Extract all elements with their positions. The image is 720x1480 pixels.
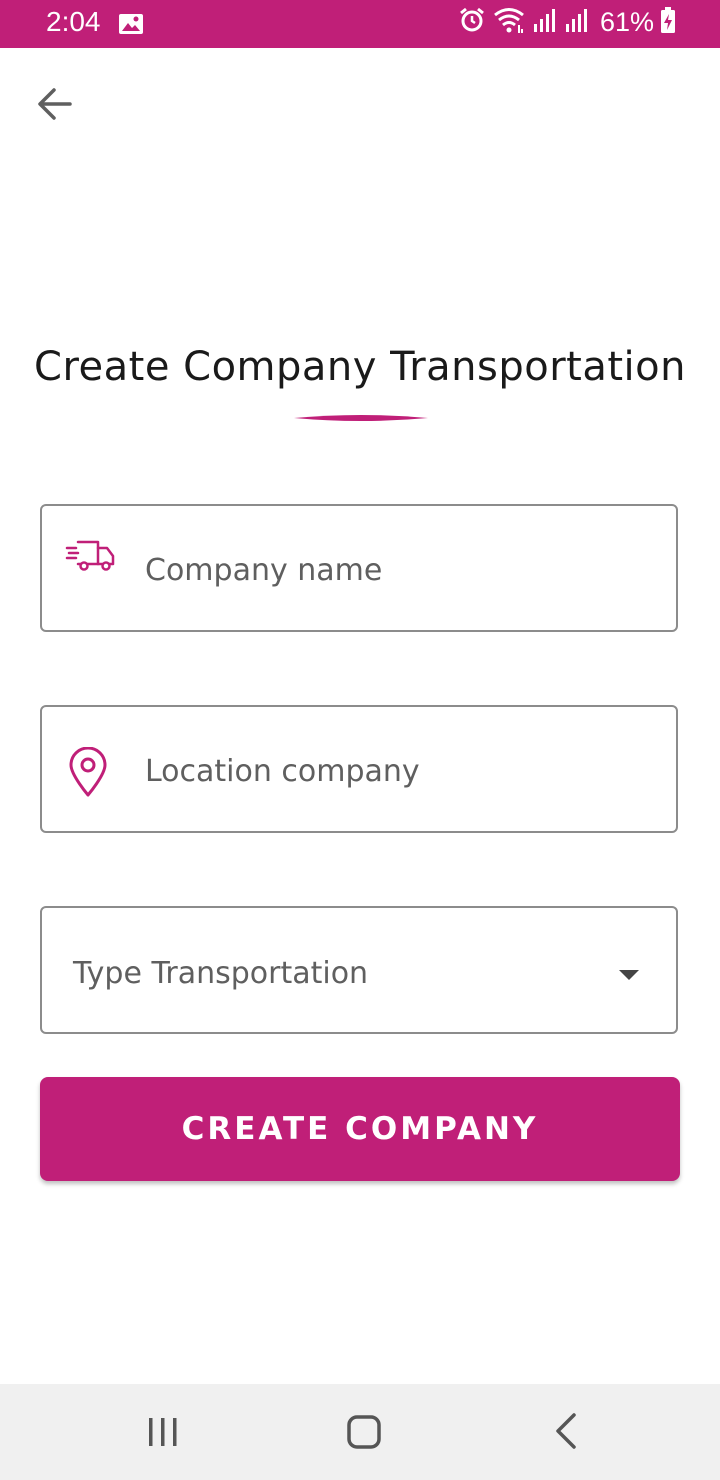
page-title: Create Company Transportation bbox=[34, 344, 686, 390]
signal-icon bbox=[532, 6, 558, 38]
screen: 2:04 61% Create Company Transportation C… bbox=[0, 0, 720, 1480]
back-icon[interactable] bbox=[552, 1412, 580, 1454]
status-time: 2:04 bbox=[46, 6, 101, 37]
company-name-field[interactable] bbox=[40, 504, 678, 632]
home-icon[interactable] bbox=[346, 1414, 382, 1454]
title-underline bbox=[294, 415, 428, 421]
dropdown-arrow-icon bbox=[618, 966, 640, 985]
back-button[interactable] bbox=[34, 82, 78, 126]
recents-icon[interactable] bbox=[146, 1416, 180, 1452]
arrow-left-icon bbox=[38, 88, 72, 120]
delivery-truck-icon bbox=[64, 536, 116, 580]
create-company-button[interactable]: CREATE COMPANY bbox=[40, 1077, 680, 1181]
alarm-icon bbox=[458, 6, 486, 38]
navigation-bar bbox=[0, 1384, 720, 1480]
signal-icon bbox=[564, 6, 590, 38]
wifi-icon bbox=[492, 6, 526, 38]
company-name-input[interactable] bbox=[145, 542, 635, 598]
location-input[interactable] bbox=[145, 743, 635, 799]
battery-charging-icon bbox=[660, 6, 676, 38]
location-pin-icon bbox=[68, 746, 108, 801]
location-field[interactable] bbox=[40, 705, 678, 833]
status-bar: 2:04 61% bbox=[0, 0, 720, 48]
transport-type-value: Type Transportation bbox=[73, 956, 369, 991]
status-icons: 61% bbox=[458, 6, 676, 38]
transport-type-select[interactable]: Type Transportation bbox=[40, 906, 678, 1034]
gallery-icon bbox=[118, 13, 144, 39]
battery-percent: 61% bbox=[599, 6, 654, 37]
